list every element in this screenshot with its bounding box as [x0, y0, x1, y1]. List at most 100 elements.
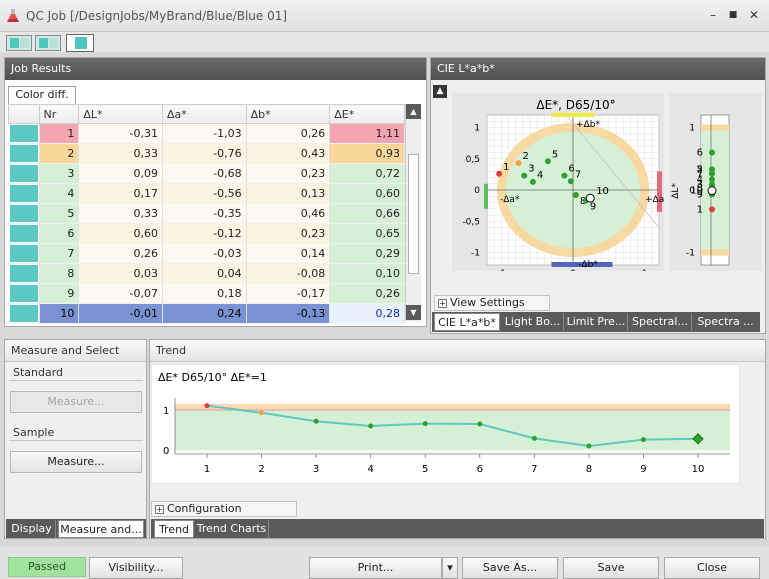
color-swatch	[9, 305, 38, 322]
tab-cie-lab[interactable]: CIE L*a*b*	[434, 313, 500, 331]
cell-dl: -0,07	[78, 283, 163, 304]
cell-nr: 5	[39, 203, 80, 224]
table-row[interactable]: 3 0,09 -0,68 0,23 0,72	[8, 163, 405, 184]
data-point-1[interactable]	[496, 170, 503, 177]
chevron-up-icon[interactable]: ▲	[433, 85, 447, 98]
point-label: 7	[575, 169, 581, 180]
close-window-button[interactable]: ✕	[746, 8, 762, 22]
dl-point-1[interactable]	[709, 206, 715, 213]
save-as-button[interactable]: Save As...	[462, 557, 558, 579]
trend-point-4[interactable]	[368, 423, 374, 429]
trend-point-2[interactable]	[259, 410, 265, 416]
job-swatch-tab-2[interactable]	[35, 35, 61, 51]
print-button[interactable]: Print...	[309, 557, 442, 579]
trend-point-7[interactable]	[531, 435, 537, 441]
table-row[interactable]: 7 0,26 -0,03 0,14 0,29	[8, 243, 405, 264]
data-point-10[interactable]	[585, 193, 595, 203]
table-header-row: Nr ΔL* Δa* Δb* ΔE*	[8, 104, 405, 124]
tab-display[interactable]: Display	[8, 520, 56, 538]
cell-de: 1,11	[329, 123, 405, 144]
job-swatch-tab-3[interactable]	[66, 34, 94, 52]
dl-point-6[interactable]	[709, 149, 715, 156]
trend-point-9[interactable]	[640, 437, 646, 443]
title-bar: QC Job [/DesignJobs/MyBrand/Blue/Blue 01…	[0, 0, 769, 32]
column-header-dl[interactable]: ΔL*	[78, 104, 163, 124]
y-tick-label: -0,5	[462, 217, 480, 227]
data-point-7[interactable]	[567, 178, 574, 185]
trend-line-chart: ΔE* D65/10° ΔE*=1 101 2 3 4 5 6 7 8 9 10	[151, 364, 740, 484]
cell-dl: 0,60	[78, 223, 163, 244]
swatch-cell	[8, 123, 40, 144]
job-tab-strip	[0, 32, 769, 52]
color-swatch	[9, 125, 38, 142]
trend-point-6[interactable]	[477, 421, 483, 427]
data-point-2[interactable]	[515, 160, 522, 167]
tab-spectral[interactable]: Spectral...	[629, 313, 692, 331]
ab-scatter-plot: ΔE*, D65/10° -10110,50-0,5-1 12345678910…	[452, 93, 664, 271]
column-header-nr[interactable]: Nr	[38, 104, 80, 124]
save-button[interactable]: Save	[563, 557, 659, 579]
cell-db: 0,43	[246, 143, 331, 164]
cell-nr: 6	[39, 223, 80, 244]
y-tick-label: 1	[163, 406, 169, 417]
print-dropdown-arrow[interactable]: ▾	[442, 557, 458, 579]
swatch-cell	[8, 283, 40, 304]
data-point-3[interactable]	[521, 172, 528, 179]
tab-measure-and[interactable]: Measure and...	[58, 520, 144, 538]
results-scrollbar[interactable]: ▲ ▼	[405, 104, 421, 321]
column-header-da[interactable]: Δa*	[161, 104, 247, 124]
table-row[interactable]: 2 0,33 -0,76 0,43 0,93	[8, 143, 405, 164]
dl-point-7[interactable]	[709, 170, 715, 177]
triangle-up-icon[interactable]: ▲	[406, 104, 421, 119]
cell-nr: 3	[39, 163, 80, 184]
trend-point-5[interactable]	[422, 421, 428, 427]
tab-limit-preview[interactable]: Limit Pre...	[565, 313, 628, 331]
table-row[interactable]: 1 -0,31 -1,03 0,26 1,11	[8, 123, 405, 144]
cie-lab-header: CIE L*a*b*	[431, 58, 765, 80]
dl-point-10[interactable]	[707, 186, 717, 196]
swatch-cell	[8, 143, 40, 164]
table-row[interactable]: 10 -0,01 0,24 -0,13 0,28	[8, 303, 405, 324]
tab-spectra[interactable]: Spectra ...	[693, 313, 758, 331]
close-button[interactable]: Close	[664, 557, 760, 579]
y-tick-label: -1	[471, 249, 480, 259]
swatch-cell	[8, 263, 40, 284]
color-swatch	[9, 145, 38, 162]
data-point-6[interactable]	[561, 172, 568, 179]
trend-point-1[interactable]	[204, 403, 210, 409]
data-point-5[interactable]	[544, 158, 551, 165]
scrollbar-thumb[interactable]	[408, 154, 419, 274]
column-header-db[interactable]: Δb*	[245, 104, 331, 124]
dl-scatter-plot: 10-1 12345678910 ΔL*	[669, 93, 762, 271]
y-tick-label: 1	[689, 124, 695, 134]
table-row[interactable]: 5 0,33 -0,35 0,46 0,66	[8, 203, 405, 224]
tab-trend-charts[interactable]: Trend Charts	[195, 520, 269, 538]
tab-color-diff[interactable]: Color diff.	[8, 86, 76, 104]
measure-standard-button[interactable]: Measure...	[10, 391, 142, 413]
view-settings-expander[interactable]: + View Settings	[434, 295, 550, 311]
trend-bottom-tabs: Trend Trend Charts	[151, 519, 764, 538]
configuration-expander[interactable]: + Configuration	[151, 501, 297, 517]
dl-point-4[interactable]	[709, 176, 715, 183]
cell-nr: 9	[39, 283, 80, 304]
trend-point-8[interactable]	[586, 443, 592, 449]
table-row[interactable]: 4 0,17 -0,56 0,13 0,60	[8, 183, 405, 204]
tab-trend[interactable]: Trend	[154, 520, 194, 538]
column-header-swatch[interactable]	[8, 104, 40, 124]
table-row[interactable]: 9 -0,07 0,18 -0,17 0,26	[8, 283, 405, 304]
table-row[interactable]: 8 0,03 0,04 -0,08 0,10	[8, 263, 405, 284]
pass-band	[175, 410, 730, 450]
measure-sample-button[interactable]: Measure...	[10, 451, 142, 473]
trend-point-3[interactable]	[313, 418, 319, 424]
maximize-button[interactable]: ■	[725, 8, 741, 22]
minimize-button[interactable]: –	[705, 8, 721, 22]
point-label: 4	[537, 170, 543, 181]
column-header-de[interactable]: ΔE*	[329, 104, 405, 124]
visibility-button[interactable]: Visibility...	[89, 557, 183, 579]
data-point-4[interactable]	[529, 178, 536, 185]
triangle-down-icon[interactable]: ▼	[406, 305, 421, 320]
data-point-8[interactable]	[572, 192, 579, 198]
tab-light-booth[interactable]: Light Bo...	[502, 313, 564, 331]
table-row[interactable]: 6 0,60 -0,12 0,23 0,65	[8, 223, 405, 244]
job-swatch-tab-1[interactable]	[6, 35, 32, 51]
